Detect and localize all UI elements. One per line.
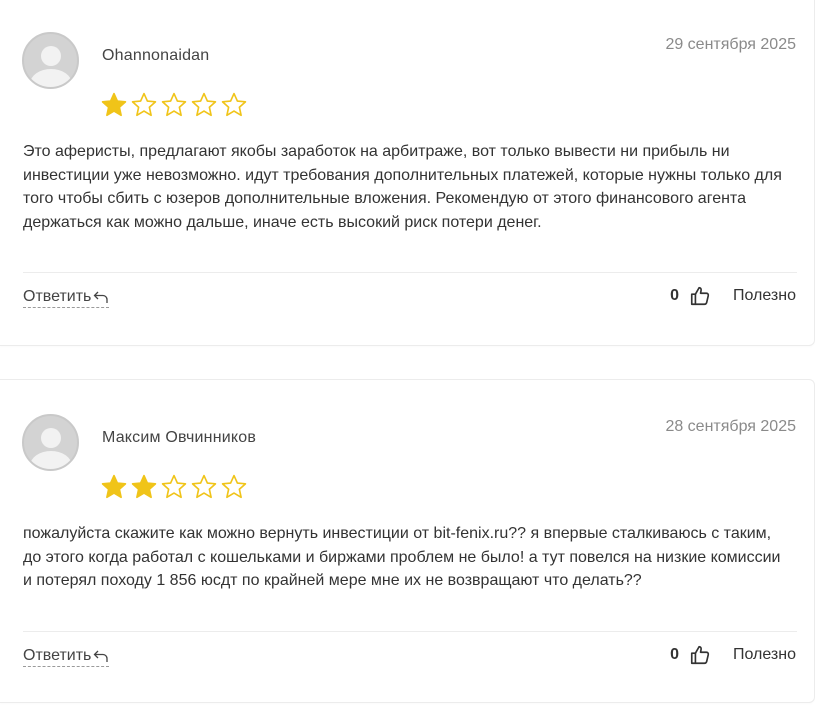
helpful-count: 0 <box>670 646 679 663</box>
review-card: Максим Овчинников 28 сентября 2025 пожал… <box>0 379 815 703</box>
helpful-group: 0 Полезно <box>670 644 796 666</box>
star-empty-icon <box>131 92 157 117</box>
reply-arrow-icon <box>93 291 109 303</box>
reply-arrow-icon <box>93 650 109 662</box>
review-card: Ohannonaidan 29 сентября 2025 Это аферис… <box>0 0 815 346</box>
review-author: Максим Овчинников <box>102 429 257 446</box>
divider <box>23 631 797 632</box>
helpful-button[interactable]: Полезно <box>733 646 796 664</box>
thumbs-up-icon[interactable] <box>689 285 711 307</box>
review-author: Ohannonaidan <box>102 47 210 64</box>
star-filled-icon <box>101 92 127 117</box>
star-empty-icon <box>191 474 217 499</box>
review-date: 29 сентября 2025 <box>665 36 796 53</box>
rating-stars <box>100 91 248 119</box>
helpful-button[interactable]: Полезно <box>733 287 796 305</box>
star-filled-icon <box>101 474 127 499</box>
review-text: Это аферисты, предлагают якобы заработок… <box>23 143 782 231</box>
rating-stars <box>100 473 248 501</box>
helpful-group: 0 Полезно <box>670 285 796 307</box>
star-empty-icon <box>161 92 187 117</box>
reply-button[interactable]: Ответить <box>23 647 110 667</box>
star-empty-icon <box>221 92 247 117</box>
helpful-count: 0 <box>670 287 679 304</box>
reply-label: Ответить <box>23 288 92 305</box>
review-date: 28 сентября 2025 <box>665 418 796 435</box>
star-filled-icon <box>131 474 157 499</box>
thumbs-up-icon[interactable] <box>689 644 711 666</box>
reply-button[interactable]: Ответить <box>23 288 110 308</box>
star-empty-icon <box>191 92 217 117</box>
review-text: пожалуйста скажите как можно вернуть инв… <box>23 525 781 589</box>
star-empty-icon <box>161 474 187 499</box>
avatar <box>22 414 79 471</box>
reply-label: Ответить <box>23 647 92 664</box>
avatar <box>22 32 79 89</box>
star-empty-icon <box>221 474 247 499</box>
reviews-list: Ohannonaidan 29 сентября 2025 Это аферис… <box>0 0 815 707</box>
divider <box>23 272 797 273</box>
